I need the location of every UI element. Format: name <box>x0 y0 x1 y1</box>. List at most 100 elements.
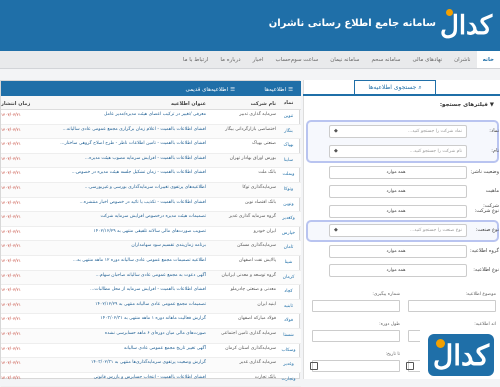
audit-label: اتد اطلاعیه: <box>474 322 496 327</box>
table-row[interactable]: فولاد فولاد مبارکه اصفهان گزارش فعالیت ماه… <box>1 314 301 329</box>
cell-title[interactable]: افشای اطلاعات بااهمیت - تامین اطلاعات نا… <box>53 139 206 153</box>
table-row[interactable]: ساینا بورس اوراق بهادار تهران افشای اطلاعا… <box>1 153 301 169</box>
industry-search-input[interactable]: نوع صنعت را جستجو کنید... ◆ <box>329 224 467 237</box>
cell-symbol[interactable]: ونوین <box>276 198 301 212</box>
nav-item-sahm[interactable]: سامانه سحم <box>365 51 406 68</box>
table-row[interactable]: بنگار اختصاصی بازارگردانی بیگار افشای اطلا… <box>1 124 301 140</box>
table-row[interactable]: شستا سرمایه گذاری تامین اجتماعی صورت‌های م… <box>1 328 301 344</box>
cell-title[interactable]: صورت‌های مالی میان دوره‌ای ۶ ماهه حسابرس… <box>53 329 206 343</box>
cell-company: سرمایه‌گذاری مسکن <box>237 243 276 249</box>
nav-item-home[interactable]: خانه <box>476 51 500 68</box>
notice-group-select[interactable]: همه موارد <box>329 245 467 258</box>
tab-underline <box>303 94 500 96</box>
cell-title[interactable]: اطلاعیه‌های پرتفوی تغییرات سرمایه‌گذاری … <box>53 183 206 197</box>
table-row[interactable]: بهپاک صنعتی بهپاک افشای اطلاعات بااهمیت - … <box>1 139 301 154</box>
tab-notices[interactable]: ☰ اطلاعیه‌ها <box>258 84 299 96</box>
cell-title[interactable]: افشای اطلاعات بااهمیت - تکذیب یا تائید د… <box>53 198 207 212</box>
cell-title[interactable]: افشای اطلاعات بااهمیت - افزایش سرمایه از… <box>53 285 206 299</box>
cell-symbol[interactable]: ثامان <box>276 241 301 255</box>
calendar-icon[interactable] <box>406 362 414 370</box>
column-header-company[interactable]: نام شرکت <box>206 96 276 109</box>
cell-date: ۱۴۰۳/۰۳/۲۱ <box>1 287 21 293</box>
cell-symbol[interactable]: وبملت <box>276 168 301 182</box>
table-row[interactable]: شپنا پالایش نفت اصفهان اطلاعیه تصمیمات مجم… <box>1 256 301 271</box>
table-row[interactable]: ثابنیه ابنیه ایران تصمیمات مجمع عمومی عادی… <box>1 299 301 315</box>
column-header-date[interactable]: زمان انتشار <box>1 96 53 109</box>
cell-title[interactable]: افشای اطلاعات بااهمیت - انتخاب حسابرس و … <box>53 373 206 387</box>
table-row[interactable]: وتوکا سرمایه‌گذاری توکا اطلاعیه‌های پرتفوی… <box>1 182 301 198</box>
table-row[interactable]: کرمان گروه توسعه و معدنی ایرانیان آگهی دعو… <box>1 270 301 286</box>
cell-company: بانک اقتصاد نوین <box>244 199 276 205</box>
cell-symbol[interactable]: بنگار <box>276 125 301 139</box>
cell-title[interactable]: آگهی تغییر تاریخ مجمع عمومی عادی سالیانه <box>53 344 206 358</box>
table-row[interactable]: خپارس ایران خودرو تصویب صورت‌های مالی سالا… <box>1 227 301 242</box>
logo-badge: کدال <box>428 334 494 376</box>
chevron-down-icon: ◆ <box>334 148 338 154</box>
column-header-symbol[interactable]: نماد <box>276 96 301 109</box>
cell-symbol[interactable]: شپنا <box>276 256 301 270</box>
cell-symbol[interactable]: کرمان <box>276 271 301 285</box>
table-row[interactable]: وسکاب سرمایه‌گذاری استان کرمان آگهی تغییر … <box>1 344 301 359</box>
company-kind-select[interactable]: همه موارد <box>329 205 467 218</box>
table-row[interactable]: ثامان سرمایه‌گذاری مسکن برنامه زمان‌بندی ت… <box>1 241 301 256</box>
table-row[interactable]: ونوین بانک اقتصاد نوین افشای اطلاعات بااهم… <box>1 198 301 213</box>
table-row[interactable]: تنوین سرمایه گذاری تدبیر معرفی /تغییر در ت… <box>1 110 301 125</box>
nav-item-contact[interactable]: ارتباط با ما <box>177 51 214 68</box>
notice-subject-input[interactable] <box>408 300 496 312</box>
cell-symbol[interactable]: وتجارت <box>276 373 301 387</box>
name-search-input[interactable]: نام شرکت را جستجو کنید... ◆ <box>329 145 467 158</box>
tab-old-notices[interactable]: ☰ اطلاعیه‌های قدیمی <box>180 84 241 96</box>
cell-title[interactable]: برنامه زمان‌بندی تقسیم سود سهامداران <box>53 241 206 255</box>
filters-title: ▼ فیلترهای جستجو: <box>440 102 494 108</box>
nav-item-financial-institutions[interactable]: نهادهای مالی <box>406 51 448 68</box>
cell-title[interactable]: معرفی /تغییر در ترکیب اعضای هیئت مدیره/م… <box>53 110 206 124</box>
cell-title[interactable]: تصمیمات مجمع عمومی عادی سالیانه منتهی به… <box>53 300 206 314</box>
symbol-search-input[interactable]: نماد شرکت را جستجو کنید... ◆ <box>329 125 467 138</box>
calendar-icon[interactable] <box>310 362 318 370</box>
table-row[interactable]: کچاد معدنی و صنعتی چادرملو افشای اطلاعات ب… <box>1 285 301 300</box>
cell-symbol[interactable]: وتوکا <box>276 183 301 197</box>
cell-title[interactable]: آگهی دعوت به مجمع عمومی عادی سالیانه صاح… <box>53 271 206 285</box>
cell-title[interactable]: اطلاعیه تصمیمات مجمع عمومی عادی سالیانه … <box>53 256 206 270</box>
cell-title[interactable]: تصمیمات هیئت مدیره درخصوص افزایش سرمایه … <box>53 212 206 226</box>
column-header-title[interactable]: عنوان اطلاعیه <box>53 96 206 109</box>
cell-title[interactable]: گزارش فعالیت ماهانه دوره ۱ ماهه منتهی به… <box>53 314 206 328</box>
table-row[interactable]: وبملت بانک ملت افشای اطلاعات بااهمیت - زما… <box>1 168 301 183</box>
cell-title[interactable]: گزارش وضعیت پرتفوی سرمایه‌گذاری‌ها منتهی… <box>53 358 206 372</box>
brand-logo[interactable]: کدال <box>440 6 492 46</box>
nav-item-publishers[interactable]: ناشران <box>448 51 476 68</box>
period-select[interactable] <box>312 330 400 342</box>
cell-symbol[interactable]: شستا <box>276 329 301 343</box>
cell-company: بانک ملت <box>258 170 276 176</box>
cell-symbol[interactable]: ثابنیه <box>276 300 301 314</box>
tracking-number-label: شماره پیگیری: <box>372 292 400 297</box>
notice-type-select[interactable]: همه موارد <box>329 264 467 277</box>
nav-item-news[interactable]: اخبار <box>247 51 270 68</box>
to-date-input[interactable] <box>312 360 400 372</box>
cell-symbol[interactable]: کچاد <box>276 285 301 299</box>
table-row[interactable]: وتجارت بانک تجارت افشای اطلاعات بااهمیت - … <box>1 373 301 387</box>
tab-search-notices[interactable]: ⌕ جستجوی اطلاعیه‌ها <box>354 80 436 95</box>
nav-item-niman[interactable]: سامانه نیمان <box>324 51 365 68</box>
publisher-status-select[interactable]: همه موارد <box>329 166 467 179</box>
nav-item-accounts[interactable]: ساعت سوم‌حساب <box>270 51 325 68</box>
tracking-number-input[interactable] <box>312 300 400 312</box>
cell-symbol[interactable]: تنوین <box>276 110 301 124</box>
cell-symbol[interactable]: ساینا <box>276 154 301 168</box>
cell-symbol[interactable]: خپارس <box>276 227 301 241</box>
cell-symbol[interactable]: بهپاک <box>276 139 301 153</box>
table-row[interactable]: وغدیر سرمایه گذاری غدیر گزارش وضعیت پرتفوی… <box>1 358 301 373</box>
cell-company: سرمایه گذاری تدبیر <box>239 112 276 117</box>
filter-notice-type: نوع اطلاعیه: همه موارد <box>309 263 499 278</box>
cell-symbol[interactable]: وکغدیر <box>276 212 301 226</box>
cell-title[interactable]: تصویب صورت‌های مالی سالانه تلفیقی منتهی … <box>53 227 206 241</box>
cell-title[interactable]: افشای اطلاعات بااهمیت - زمان تشکیل جلسه … <box>53 168 206 182</box>
cell-title[interactable]: افشای اطلاعات بااهمیت - افزایش سرمایه مص… <box>53 154 206 168</box>
cell-symbol[interactable]: فولاد <box>276 314 301 328</box>
cell-symbol[interactable]: وسکاب <box>276 344 301 358</box>
table-row[interactable]: وکغدیر گروه سرمایه گذاری غدیر تصمیمات هیئت… <box>1 212 301 227</box>
cell-title[interactable]: افشای اطلاعات بااهمیت - اعلام زمان برگزا… <box>53 125 206 139</box>
company-type-select[interactable]: همه موارد <box>329 185 467 198</box>
cell-symbol[interactable]: وغدیر <box>276 358 301 372</box>
nav-item-about[interactable]: درباره ما <box>214 51 246 68</box>
